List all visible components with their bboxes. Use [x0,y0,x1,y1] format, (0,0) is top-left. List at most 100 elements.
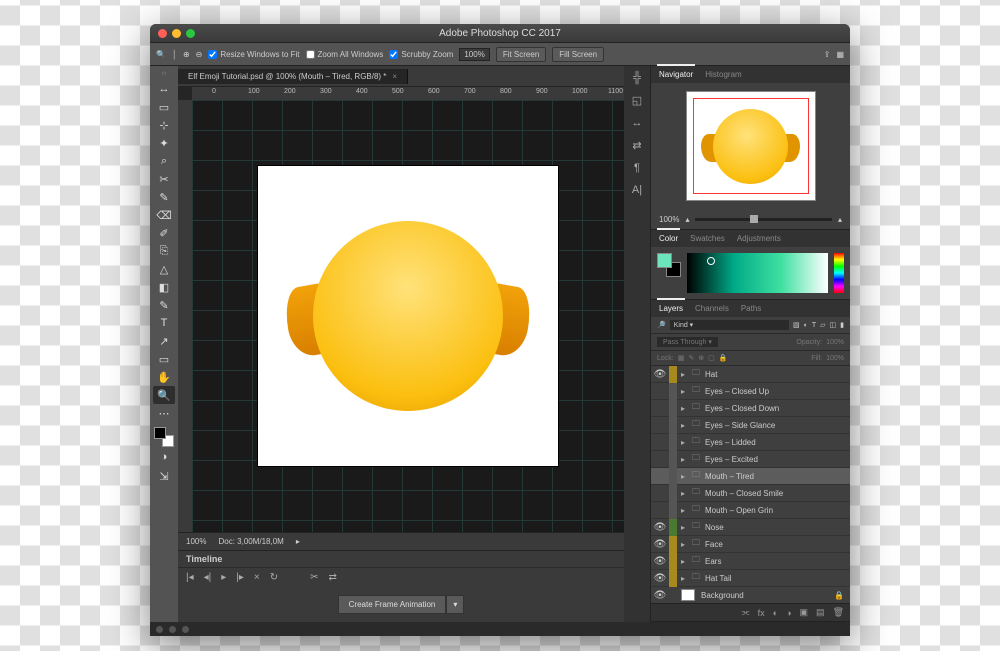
scrubby-check[interactable]: Scrubby Zoom [389,50,453,59]
status-zoom[interactable]: 100% [186,537,206,546]
layer-row[interactable]: ▸🗀Eyes – Lidded [651,434,850,451]
visibility-icon[interactable]: 👁 [651,369,669,380]
tool-10[interactable]: △ [153,260,175,278]
prev-frame-icon[interactable]: ◂| [204,572,212,583]
layer-row[interactable]: ▸🗀Eyes – Closed Down [651,400,850,417]
trash-icon[interactable]: 🗑 [833,607,844,618]
tool-6[interactable]: ✎ [153,188,175,206]
tool-9[interactable]: ⎘ [153,242,175,260]
loop-icon[interactable]: ↻ [270,572,278,583]
tab-channels[interactable]: Channels [693,300,731,317]
play-icon[interactable]: ▸ [221,572,226,583]
tool-0[interactable]: ↔ [153,80,175,98]
layer-row[interactable]: ▸🗀Mouth – Closed Smile [651,485,850,502]
tool-16[interactable]: ✋ [153,368,175,386]
strip-icon-1[interactable]: ◱ [632,94,642,107]
tab-paths[interactable]: Paths [739,300,763,317]
titlebar[interactable]: Adobe Photoshop CC 2017 [150,24,850,42]
tab-layers[interactable]: Layers [657,298,685,317]
status-arrow-icon[interactable]: ▸ [296,537,300,546]
fill-value[interactable]: 100% [826,355,844,362]
layer-row[interactable]: ▸🗀Mouth – Tired [651,468,850,485]
strip-icon-3[interactable]: ⇄ [632,139,641,152]
tool-1[interactable]: ▭ [153,98,175,116]
ruler-vertical[interactable] [178,100,192,532]
document-tab[interactable]: Elf Emoji Tutorial.psd @ 100% (Mouth – T… [178,69,408,84]
tool-14[interactable]: ↗ [153,332,175,350]
navigator-zoom-slider[interactable]: 100% ▴ ▴ [651,209,850,229]
zoom-out-small-icon[interactable]: ▴ [685,215,689,224]
panel-grip-icon[interactable]: ›› [162,70,167,77]
tool-3[interactable]: ✦ [153,134,175,152]
lock-trans-icon[interactable]: ▦ [678,354,685,362]
navigator-thumb[interactable] [651,83,850,209]
layer-name[interactable]: Mouth – Open Grin [703,506,850,515]
link-layers-icon[interactable]: ⫘ [742,607,750,618]
visibility-icon[interactable]: 👁 [651,590,669,601]
split-icon[interactable]: ✂ [310,572,318,583]
layer-row[interactable]: ▸🗀Eyes – Side Glance [651,417,850,434]
create-dropdown-icon[interactable]: ▾ [446,595,464,614]
layer-name[interactable]: Eyes – Excited [703,455,850,464]
new-layer-icon[interactable]: ▤ [816,607,825,618]
filter-pixel-icon[interactable]: ▧ [793,321,800,329]
disclosure-icon[interactable]: ▸ [677,404,689,413]
layer-name[interactable]: Face [703,540,850,549]
visibility-icon[interactable]: 👁 [651,573,669,584]
foreground-color[interactable] [154,427,166,439]
layer-row[interactable]: ▸🗀Eyes – Excited [651,451,850,468]
ruler-horizontal[interactable]: 0100200300400500600700800900100011001200 [192,86,624,100]
color-field[interactable] [687,253,828,293]
zoom-in-small-icon[interactable]: ▴ [838,215,842,224]
disclosure-icon[interactable]: ▸ [677,370,689,379]
layer-name[interactable]: Nose [703,523,850,532]
mute-icon[interactable]: × [254,572,260,583]
blend-mode[interactable]: Pass Through ▾ [657,337,718,347]
color-swatches[interactable] [154,427,174,447]
navigator-zoom-value[interactable]: 100% [659,215,679,224]
visibility-icon[interactable]: 👁 [651,556,669,567]
layer-row[interactable]: ▸🗀Mouth – Open Grin [651,502,850,519]
layer-name[interactable]: Ears [703,557,850,566]
lock-pos-icon[interactable]: ⊕ [698,354,704,362]
transition-icon[interactable]: ⇄ [329,572,337,583]
lock-paint-icon[interactable]: ✎ [688,354,694,362]
zoom-in-icon[interactable]: ⊕ [183,50,190,59]
disclosure-icon[interactable]: ▸ [677,557,689,566]
visibility-icon[interactable]: 👁 [651,522,669,533]
zoom-value[interactable]: 100% [459,48,489,61]
quickmask-icon[interactable]: ◑ [153,448,175,466]
layer-row[interactable]: 👁▸🗀Hat [651,366,850,383]
layer-filter-kind[interactable]: Kind ▾ [670,320,789,330]
visibility-icon[interactable]: 👁 [651,539,669,550]
layer-name[interactable]: Eyes – Closed Down [703,404,850,413]
tab-navigator[interactable]: Navigator [657,64,695,83]
strip-icon-0[interactable]: ╬ [633,72,641,84]
fill-screen-button[interactable]: Fill Screen [552,47,604,62]
layer-row[interactable]: 👁▸🗀Ears [651,553,850,570]
share-icon[interactable]: ⇪ [824,50,831,59]
filter-shape-icon[interactable]: ▱ [820,321,825,329]
disclosure-icon[interactable]: ▸ [677,455,689,464]
mask-icon[interactable]: ◐ [773,608,778,618]
strip-icon-2[interactable]: ↔ [632,117,643,129]
filter-adjust-icon[interactable]: ◐ [804,322,808,329]
tool-11[interactable]: ◧ [153,278,175,296]
layer-filter-icon[interactable]: 🔎 [657,321,666,329]
next-frame-icon[interactable]: |▸ [236,572,244,583]
close-tab-icon[interactable]: × [392,72,397,81]
screenmode-icon[interactable]: ⇲ [153,467,175,485]
resize-windows-check[interactable]: Resize Windows to Fit [208,50,299,59]
adjustment-icon[interactable]: ◑ [786,608,791,618]
lock-art-icon[interactable]: ▢ [708,354,715,362]
disclosure-icon[interactable]: ▸ [677,421,689,430]
tool-15[interactable]: ▭ [153,350,175,368]
first-frame-icon[interactable]: |◂ [186,572,194,583]
layer-name[interactable]: Mouth – Closed Smile [703,489,850,498]
disclosure-icon[interactable]: ▸ [677,523,689,532]
disclosure-icon[interactable]: ▸ [677,489,689,498]
canvas[interactable] [192,100,624,532]
disclosure-icon[interactable]: ▸ [677,574,689,583]
create-frame-animation-button[interactable]: Create Frame Animation [338,595,447,614]
color-fg-bg[interactable] [657,253,681,277]
